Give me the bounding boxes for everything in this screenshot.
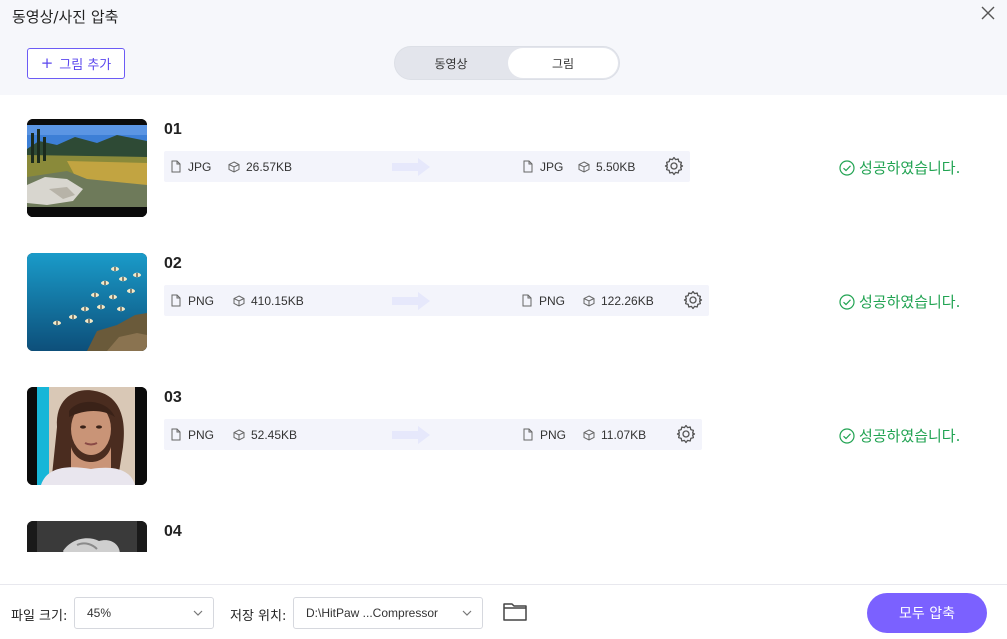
file-icon <box>523 160 533 173</box>
file-number: 02 <box>164 255 182 272</box>
status-text: 성공하였습니다. <box>859 427 961 445</box>
save-location-label: 저장 위치: <box>230 609 287 624</box>
source-format: PNG <box>170 419 214 450</box>
file-icon <box>522 294 532 307</box>
file-number: 03 <box>164 389 182 406</box>
add-image-button[interactable]: + 그림 추가 <box>27 48 125 79</box>
file-number: 04 <box>164 523 182 540</box>
output-format-label: PNG <box>539 293 566 308</box>
header: 동영상/사진 압축 + 그림 추가 동영상 그림 <box>0 0 1007 95</box>
output-size-label: 11.07KB <box>601 427 647 442</box>
list-item: 01 JPG 26.57KB JPG 5.50KB 성공하였습니다. <box>0 95 1007 229</box>
file-icon <box>171 428 181 441</box>
file-info-bar: PNG 410.15KB PNG 122.26KB <box>164 285 709 316</box>
source-format: JPG <box>170 151 211 182</box>
file-info-bar: JPG 26.57KB JPG 5.50KB <box>164 151 690 182</box>
cube-icon <box>578 160 590 173</box>
check-circle-icon <box>839 427 855 444</box>
tab-video[interactable]: 동영상 <box>396 48 506 78</box>
arrow-right-icon <box>392 292 430 310</box>
add-image-label: 그림 추가 <box>59 58 112 73</box>
source-format: PNG <box>170 285 214 316</box>
source-size-label: 410.15KB <box>251 293 304 308</box>
status-success: 성공하였습니다. <box>839 425 960 446</box>
file-list[interactable]: 01 JPG 26.57KB JPG 5.50KB 성공하였습니다. 02 PN… <box>0 95 1007 552</box>
status-text: 성공하였습니다. <box>859 159 961 177</box>
tab-image[interactable]: 그림 <box>508 48 618 78</box>
list-item: 04 <box>0 497 1007 552</box>
save-location-select[interactable]: D:\HitPaw ...Compressor <box>293 597 483 629</box>
settings-gear-icon[interactable] <box>664 156 684 176</box>
file-size-value: 45% <box>87 606 112 620</box>
source-format-label: PNG <box>188 293 215 308</box>
output-format-label: PNG <box>540 427 567 442</box>
file-size-select[interactable]: 45% <box>74 597 214 629</box>
list-item: 02 PNG 410.15KB PNG 122.26KB 성공하였습니다. <box>0 229 1007 363</box>
source-size-label: 26.57KB <box>246 159 293 174</box>
source-size-label: 52.45KB <box>251 427 298 442</box>
output-format-label: JPG <box>540 159 564 174</box>
output-format: PNG <box>521 285 565 316</box>
source-size: 26.57KB <box>228 151 292 182</box>
thumbnail-landscape <box>27 119 147 217</box>
file-info-bar: PNG 52.45KB PNG 11.07KB <box>164 419 702 450</box>
status-text: 성공하였습니다. <box>859 293 961 311</box>
media-type-toggle: 동영상 그림 <box>394 46 620 80</box>
save-location-value: D:\HitPaw ...Compressor <box>306 606 439 620</box>
output-size: 122.26KB <box>583 285 654 316</box>
folder-icon[interactable] <box>503 601 527 621</box>
cube-icon <box>233 294 245 307</box>
footer-bar: 파일 크기: 45% 저장 위치: D:\HitPaw ...Compresso… <box>0 584 1007 639</box>
file-number: 01 <box>164 121 182 138</box>
settings-gear-icon[interactable] <box>683 290 703 310</box>
arrow-right-icon <box>392 158 430 176</box>
file-icon <box>523 428 533 441</box>
list-item: 03 PNG 52.45KB PNG 11.07KB 성공하였습니다. <box>0 363 1007 497</box>
file-icon <box>171 160 181 173</box>
compress-all-button[interactable]: 모두 압축 <box>867 593 987 633</box>
output-size-label: 122.26KB <box>601 293 654 308</box>
output-size: 11.07KB <box>583 419 646 450</box>
status-success: 성공하였습니다. <box>839 157 960 178</box>
source-size: 52.45KB <box>233 419 297 450</box>
file-icon <box>171 294 181 307</box>
status-success: 성공하였습니다. <box>839 291 960 312</box>
check-circle-icon <box>839 159 855 176</box>
chevron-down-icon <box>193 610 203 616</box>
file-size-label: 파일 크기: <box>11 609 68 624</box>
cube-icon <box>228 160 240 173</box>
source-size: 410.15KB <box>233 285 304 316</box>
source-format-label: JPG <box>188 159 212 174</box>
cube-icon <box>233 428 245 441</box>
compressor-window: 동영상/사진 압축 + 그림 추가 동영상 그림 01 JPG 26.57KB … <box>0 0 1007 639</box>
arrow-right-icon <box>392 426 430 444</box>
settings-gear-icon[interactable] <box>676 424 696 444</box>
window-title: 동영상/사진 압축 <box>12 8 119 26</box>
source-format-label: PNG <box>188 427 215 442</box>
close-icon[interactable] <box>979 4 997 22</box>
thumbnail-fish <box>27 253 147 351</box>
chevron-down-icon <box>462 610 472 616</box>
output-format: PNG <box>522 419 566 450</box>
cube-icon <box>583 294 595 307</box>
check-circle-icon <box>839 293 855 310</box>
cube-icon <box>583 428 595 441</box>
thumbnail-portrait <box>27 387 147 485</box>
output-size: 5.50KB <box>578 151 635 182</box>
output-format: JPG <box>522 151 563 182</box>
plus-icon: + <box>40 54 54 72</box>
output-size-label: 5.50KB <box>596 159 636 174</box>
thumbnail-monochrome <box>27 521 147 552</box>
